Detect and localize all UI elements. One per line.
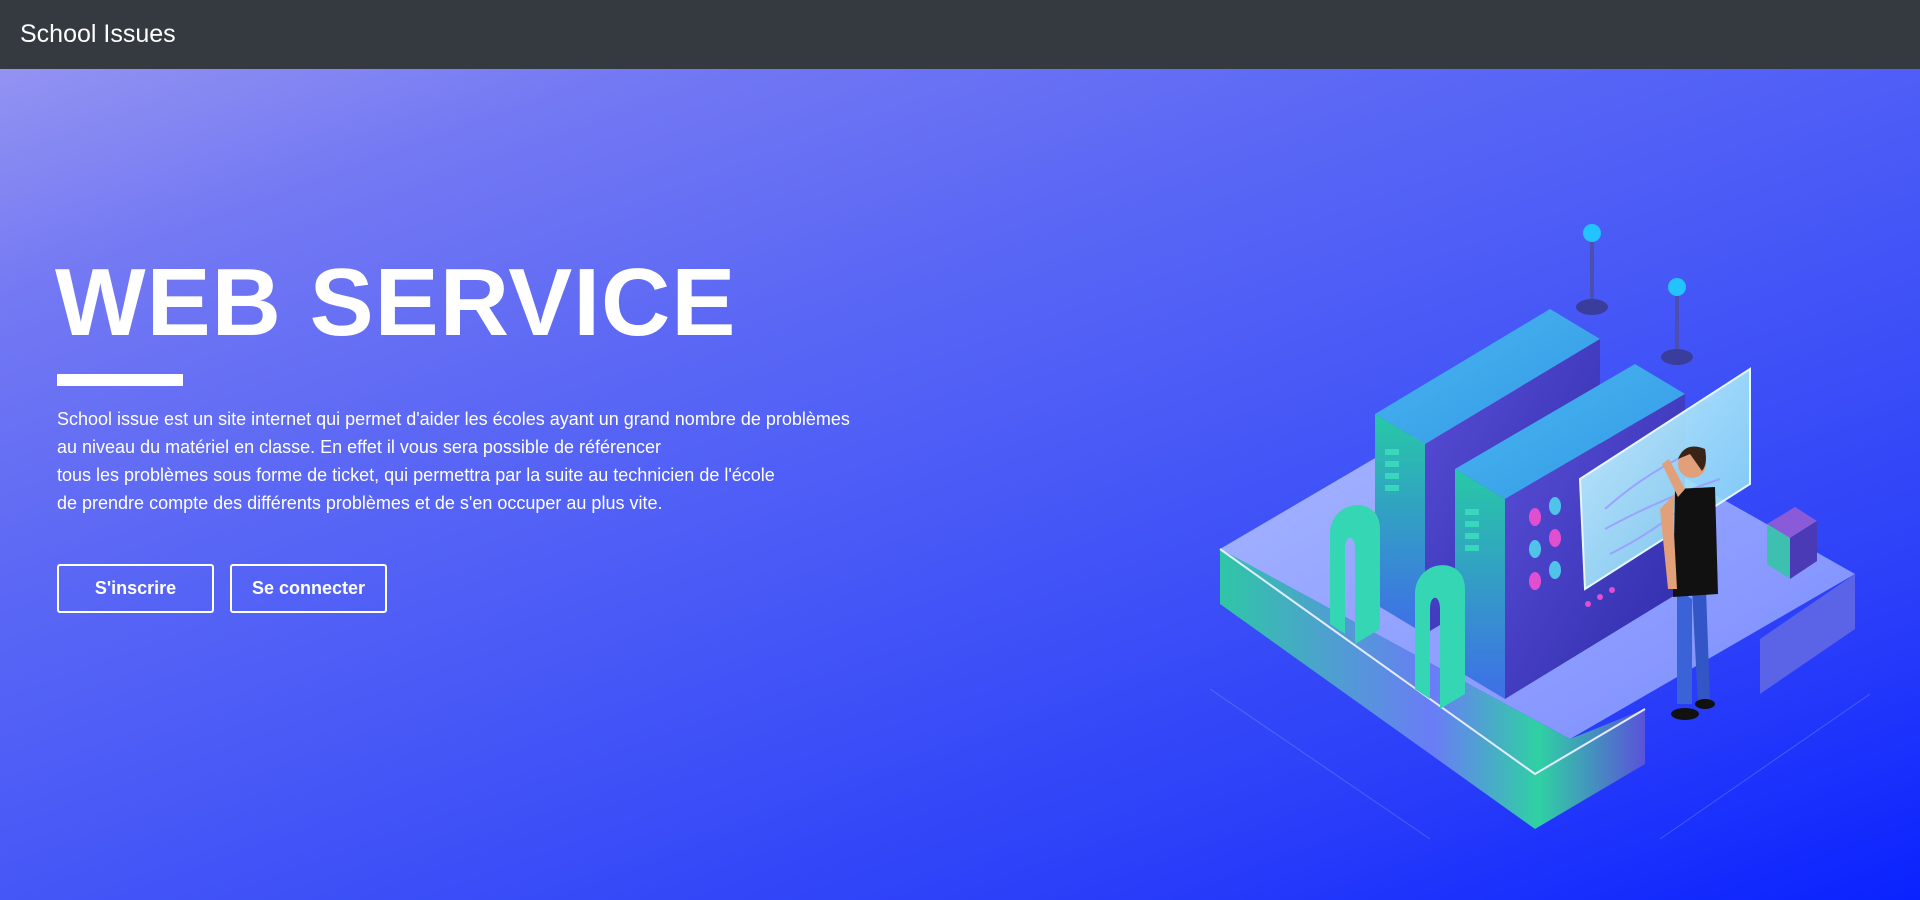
description-line: au niveau du matériel en classe. En effe… [57, 437, 662, 457]
brand-link[interactable]: School Issues [20, 20, 176, 49]
navbar: School Issues [0, 0, 1920, 69]
hero-title: WEB SERVICE [55, 249, 737, 356]
hero-section: WEB SERVICE School issue est un site int… [0, 69, 1920, 900]
hero-description: School issue est un site internet qui pe… [57, 405, 957, 517]
title-underline [57, 374, 183, 386]
login-button[interactable]: Se connecter [230, 564, 387, 613]
server-illustration-image [1209, 224, 1871, 840]
register-button[interactable]: S'inscrire [57, 564, 214, 613]
description-line: de prendre compte des différents problèm… [57, 493, 663, 513]
description-line: tous les problèmes sous forme de ticket,… [57, 465, 775, 485]
description-line: School issue est un site internet qui pe… [57, 409, 850, 429]
